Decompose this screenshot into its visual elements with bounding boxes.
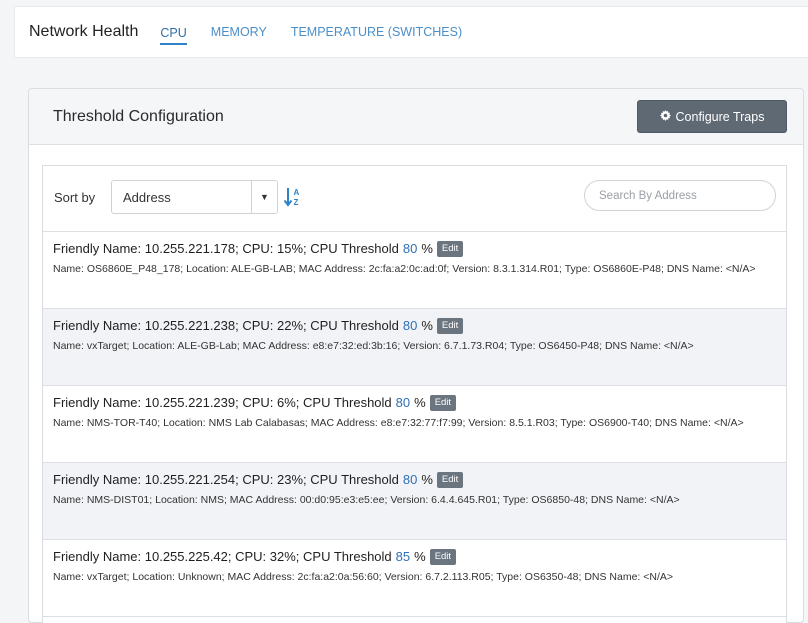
configure-traps-label: Configure Traps	[675, 109, 765, 124]
threshold-value: 80	[402, 241, 418, 256]
sort-label: Sort by	[54, 190, 96, 205]
percent-sign: %	[421, 318, 433, 333]
tab-temperature[interactable]: TEMPERATURE (SWITCHES)	[291, 21, 462, 43]
edit-button[interactable]: Edit	[436, 472, 464, 488]
edit-button[interactable]: Edit	[429, 395, 457, 411]
svg-text:Z: Z	[294, 198, 299, 207]
list-toolbar: Sort by Address ▼ A Z	[43, 166, 786, 232]
gear-icon	[659, 109, 671, 124]
item-summary: Friendly Name: 10.255.221.178; CPU: 15%;…	[53, 240, 776, 258]
card-title: Threshold Configuration	[53, 108, 224, 125]
percent-sign: %	[414, 549, 426, 564]
sort-select-value: Address	[123, 189, 171, 205]
edit-button[interactable]: Edit	[436, 241, 464, 257]
list-item: Friendly Name: 10.255.221.239; CPU: 6%; …	[43, 386, 786, 463]
item-summary-text: Friendly Name: 10.255.221.238; CPU: 22%;…	[53, 318, 399, 333]
sort-ascending-icon[interactable]: A Z	[283, 186, 302, 208]
tab-cpu[interactable]: CPU	[160, 22, 187, 45]
item-summary-text: Friendly Name: 10.255.221.239; CPU: 6%; …	[53, 395, 392, 410]
edit-button[interactable]: Edit	[436, 318, 464, 334]
percent-sign: %	[414, 395, 426, 410]
caret-down-icon: ▼	[251, 181, 277, 213]
page-header: Network Health CPU MEMORY TEMPERATURE (S…	[14, 6, 808, 58]
edit-button[interactable]: Edit	[429, 549, 457, 565]
device-list-panel: Sort by Address ▼ A Z Friendly Name: 10.…	[42, 165, 787, 623]
threshold-value: 85	[395, 549, 411, 564]
percent-sign: %	[421, 472, 433, 487]
threshold-value: 80	[402, 472, 418, 487]
item-summary-text: Friendly Name: 10.255.221.254; CPU: 23%;…	[53, 472, 399, 487]
item-detail: Name: vxTarget; Location: Unknown; MAC A…	[53, 571, 674, 583]
threshold-value: 80	[402, 318, 418, 333]
list-item: Friendly Name: 10.255.221.254; CPU: 23%;…	[43, 463, 786, 540]
item-summary: Friendly Name: 10.255.225.42; CPU: 32%; …	[53, 548, 776, 566]
configure-traps-button[interactable]: Configure Traps	[637, 100, 787, 133]
item-detail: Name: NMS-TOR-T40; Location: NMS Lab Cal…	[53, 417, 744, 429]
item-summary-text: Friendly Name: 10.255.221.178; CPU: 15%;…	[53, 241, 399, 256]
item-detail: Name: vxTarget; Location: ALE-GB-Lab; MA…	[53, 340, 694, 352]
item-summary: Friendly Name: 10.255.221.238; CPU: 22%;…	[53, 317, 776, 335]
item-summary: Friendly Name: 10.255.221.239; CPU: 6%; …	[53, 394, 776, 412]
search-input[interactable]	[584, 180, 776, 211]
page-title: Network Health	[29, 23, 139, 40]
list-item: Friendly Name: 10.255.221.238; CPU: 22%;…	[43, 309, 786, 386]
percent-sign: %	[421, 241, 433, 256]
threshold-value: 80	[395, 395, 411, 410]
list-item: Friendly Name: 10.255.225.42; CPU: 32%; …	[43, 540, 786, 617]
item-summary-text: Friendly Name: 10.255.225.42; CPU: 32%; …	[53, 549, 392, 564]
tab-memory[interactable]: MEMORY	[211, 21, 267, 43]
list-item: Friendly Name: 10.255.221.178; CPU: 15%;…	[43, 232, 786, 309]
sort-select[interactable]: Address ▼	[111, 180, 278, 214]
card-header: Threshold Configuration Configure Traps	[29, 89, 803, 145]
item-summary: Friendly Name: 10.255.221.254; CPU: 23%;…	[53, 471, 776, 489]
svg-text:A: A	[294, 188, 300, 197]
item-detail: Name: OS6860E_P48_178; Location: ALE-GB-…	[53, 263, 756, 275]
item-detail: Name: NMS-DIST01; Location: NMS; MAC Add…	[53, 494, 680, 506]
